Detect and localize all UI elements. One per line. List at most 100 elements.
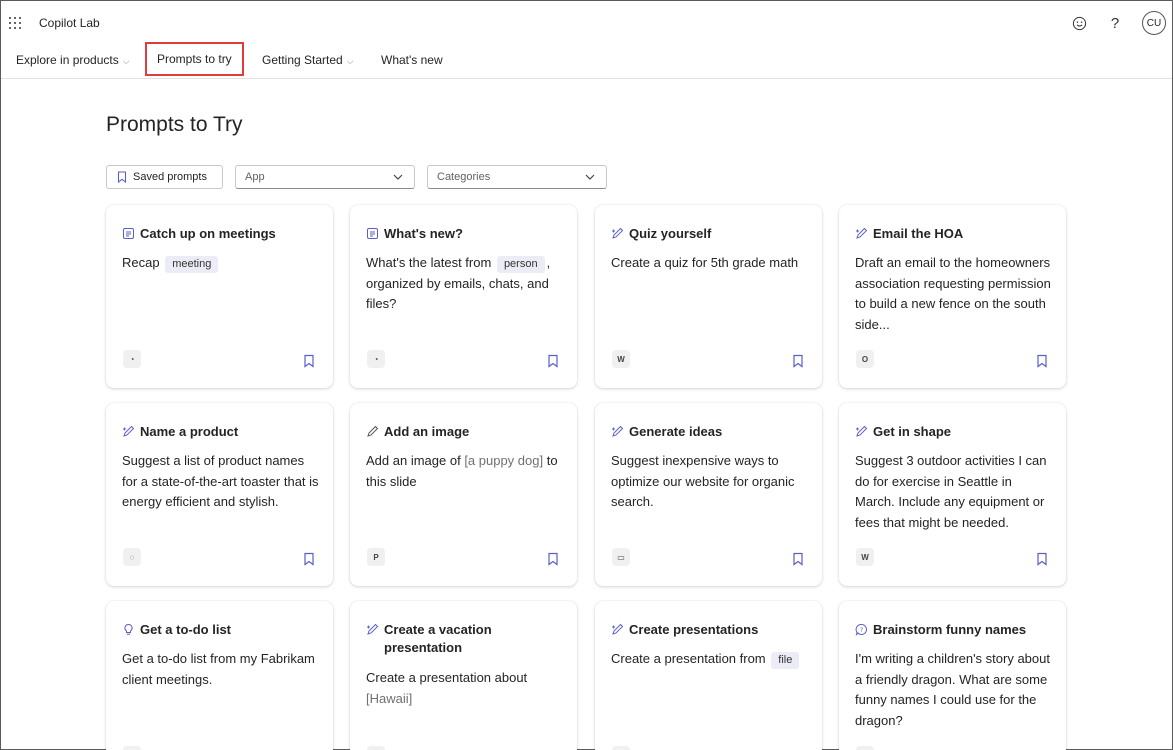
card-title: Name a product xyxy=(140,424,239,439)
loop-app-icon: ◌ xyxy=(123,548,141,566)
prompt-text: Recap xyxy=(122,255,160,270)
nav-label: Getting Started xyxy=(262,53,343,67)
card-title: Quiz yourself xyxy=(629,226,712,241)
question-bubble-icon: ? xyxy=(855,623,868,637)
card-header: Create a vacation presentation xyxy=(366,621,563,657)
card-title: Get in shape xyxy=(873,424,952,439)
pen-sparkle-icon xyxy=(611,623,624,636)
prompt-text: Get a to-do list from my Fabrikam client… xyxy=(122,651,315,687)
prompt-card[interactable]: Email the HOA Draft an email to the homeo… xyxy=(839,205,1066,388)
prompt-card[interactable]: Catch up on meetings Recap meeting ◔ xyxy=(106,205,333,388)
prompt-card[interactable]: Add an image Add an image of [a puppy dog… xyxy=(350,403,577,586)
saved-prompts-label: Saved prompts xyxy=(133,171,207,183)
bookmark-icon[interactable] xyxy=(547,552,559,566)
bookmark-icon[interactable] xyxy=(1036,552,1048,566)
pencil-icon xyxy=(366,425,379,438)
card-header: ? Brainstorm funny names xyxy=(855,621,1052,639)
bookmark-icon[interactable] xyxy=(792,354,804,368)
help-icon[interactable]: ? xyxy=(1104,12,1126,34)
prompt-text: I'm writing a children's story about a f… xyxy=(855,651,1050,728)
card-prompt-text: Recap meeting xyxy=(122,253,319,274)
app-dropdown-placeholder: App xyxy=(245,171,265,183)
bookmark-icon xyxy=(117,171,127,183)
copilot-app-icon: ◔ xyxy=(123,350,141,368)
chevron-down-icon xyxy=(393,174,403,180)
card-title: Brainstorm funny names xyxy=(873,622,1027,637)
prompt-card[interactable]: Get a to-do list Get a to-do list from my… xyxy=(106,601,333,750)
card-prompt-text: What's the latest from person, organized… xyxy=(366,253,563,315)
prompt-card[interactable]: Generate ideas Suggest inexpensive ways t… xyxy=(595,403,822,586)
top-bar: Copilot Lab ? CU xyxy=(1,1,1172,45)
card-prompt-text: Create a presentation from file xyxy=(611,649,808,670)
smiley-icon[interactable] xyxy=(1068,12,1090,34)
card-header: Quiz yourself xyxy=(611,225,808,243)
summarize-icon xyxy=(122,227,135,240)
saved-prompts-button[interactable]: Saved prompts xyxy=(106,165,223,189)
prompt-card[interactable]: Create a vacation presentation Create a p… xyxy=(350,601,577,750)
categories-dropdown[interactable]: Categories xyxy=(427,165,607,189)
bookmark-icon[interactable] xyxy=(303,354,315,368)
card-prompt-text: Draft an email to the homeowners associa… xyxy=(855,253,1052,335)
chevron-down-icon: ⌵ xyxy=(346,55,354,66)
prompt-text: What's the latest from xyxy=(366,255,492,270)
card-prompt-text: Get a to-do list from my Fabrikam client… xyxy=(122,649,319,690)
nav-explore-in-products[interactable]: Explore in products ⌵ xyxy=(16,43,130,77)
app-launcher-icon[interactable] xyxy=(9,17,21,29)
copilot-app-icon: ◔ xyxy=(367,350,385,368)
prompt-variable-chip: meeting xyxy=(165,256,219,273)
avatar[interactable]: CU xyxy=(1142,11,1166,35)
prompt-text: Draft an email to the homeowners associa… xyxy=(855,255,1051,332)
nav-getting-started[interactable]: Getting Started ⌵ xyxy=(262,43,354,77)
pen-sparkle-icon xyxy=(855,227,868,240)
card-header: Create presentations xyxy=(611,621,808,639)
word-app-icon: W xyxy=(612,350,630,368)
prompt-card[interactable]: ? Brainstorm funny names I'm writing a chi… xyxy=(839,601,1066,750)
bookmark-icon[interactable] xyxy=(303,552,315,566)
lightbulb-icon xyxy=(122,623,135,636)
prompt-card[interactable]: Get in shape Suggest 3 outdoor activities… xyxy=(839,403,1066,586)
prompt-card[interactable]: Name a product Suggest a list of product … xyxy=(106,403,333,586)
prompt-card[interactable]: Quiz yourself Create a quiz for 5th grade… xyxy=(595,205,822,388)
bookmark-icon[interactable] xyxy=(792,552,804,566)
nav-bar: Explore in products ⌵ Prompts to try Get… xyxy=(1,41,1172,79)
card-header: What's new? xyxy=(366,225,563,243)
categories-dropdown-placeholder: Categories xyxy=(437,171,491,183)
card-prompt-text: Create a quiz for 5th grade math xyxy=(611,253,808,274)
prompt-card[interactable]: Create presentations Create a presentatio… xyxy=(595,601,822,750)
app-title: Copilot Lab xyxy=(39,16,100,30)
card-title: Create a vacation presentation xyxy=(384,622,492,655)
prompt-placeholder: [Hawaii] xyxy=(366,690,413,706)
nav-prompts-to-try[interactable]: Prompts to try xyxy=(145,42,244,76)
top-actions: ? CU xyxy=(1068,11,1166,35)
powerpoint-app-icon: P xyxy=(367,548,385,566)
prompt-card[interactable]: What's new? What's the latest from person… xyxy=(350,205,577,388)
card-title: Create presentations xyxy=(629,622,759,637)
card-header: Email the HOA xyxy=(855,225,1052,243)
card-title: Add an image xyxy=(384,424,470,439)
prompt-text: Create a presentation about xyxy=(366,670,528,685)
prompt-variable-chip: file xyxy=(771,652,800,669)
pen-sparkle-icon xyxy=(611,227,624,240)
nav-label: What's new xyxy=(381,53,443,67)
pen-sparkle-icon xyxy=(611,425,624,438)
pen-sparkle-icon xyxy=(366,623,379,636)
outlook-app-icon: O xyxy=(856,350,874,368)
nav-whats-new[interactable]: What's new xyxy=(381,43,443,77)
card-prompt-text: Create a presentation about [Hawaii] xyxy=(366,668,563,709)
whiteboard-app-icon: ▭ xyxy=(612,548,630,566)
card-title: What's new? xyxy=(384,226,463,241)
prompt-placeholder: [a puppy dog] xyxy=(464,453,544,468)
prompt-variable-chip: person xyxy=(496,256,545,273)
nav-label: Prompts to try xyxy=(157,52,232,66)
card-header: Get a to-do list xyxy=(122,621,319,639)
nav-label: Explore in products xyxy=(16,53,119,67)
app-dropdown[interactable]: App xyxy=(235,165,415,189)
bookmark-icon[interactable] xyxy=(1036,354,1048,368)
card-prompt-text: I'm writing a children's story about a f… xyxy=(855,649,1052,731)
card-header: Name a product xyxy=(122,423,319,441)
chevron-down-icon xyxy=(585,174,595,180)
bookmark-icon[interactable] xyxy=(547,354,559,368)
card-prompt-text: Suggest inexpensive ways to optimize our… xyxy=(611,451,808,513)
card-header: Catch up on meetings xyxy=(122,225,319,243)
card-header: Add an image xyxy=(366,423,563,441)
